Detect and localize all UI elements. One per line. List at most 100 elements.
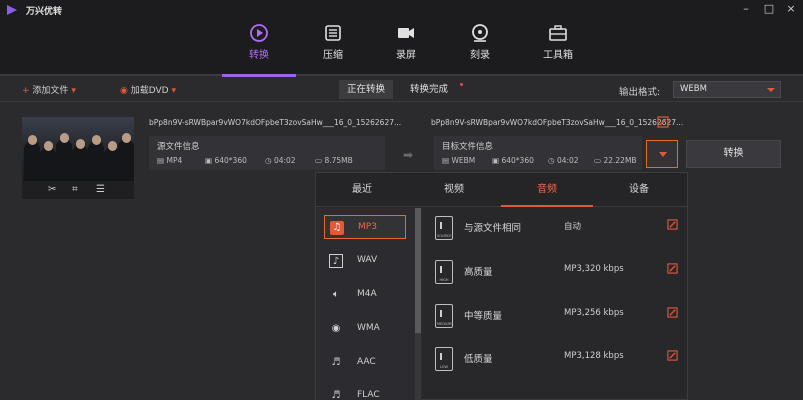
quality-name: 高质量 bbox=[464, 267, 493, 278]
output-format-select[interactable]: WEBM bbox=[673, 81, 781, 98]
target-file-name: bPp8n9V-sRWBpar9vWO7kdOFpbeT3zovSaHw___1… bbox=[431, 118, 684, 127]
chevron-down-icon bbox=[659, 152, 667, 157]
notification-dot bbox=[460, 83, 463, 86]
format-item-mp3[interactable]: ♫ MP3 bbox=[324, 215, 406, 239]
source-info-box: 源文件信息 ▤ MP4 ▣ 640*360 ◷ 04:02 ▭ 8.75MB bbox=[149, 136, 385, 170]
source-info-title: 源文件信息 bbox=[157, 142, 200, 152]
quality-row-source[interactable]: SOURCE 与源文件相同 自动 bbox=[423, 208, 687, 252]
scissors-icon[interactable]: ✂ bbox=[48, 184, 56, 195]
tab-converting[interactable]: 正在转换 bbox=[339, 80, 394, 99]
folder-icon: ▭ bbox=[315, 156, 323, 165]
format-item-label: MP3 bbox=[358, 222, 377, 232]
toolbox-icon bbox=[549, 25, 567, 41]
scrollbar-thumb[interactable] bbox=[415, 208, 421, 333]
source-resolution: ▣ 640*360 bbox=[205, 156, 247, 165]
flac-file-icon: ♬ bbox=[331, 390, 341, 400]
format-item-label: FLAC bbox=[357, 390, 380, 400]
resolution-icon: ▣ bbox=[205, 156, 213, 165]
record-icon bbox=[398, 28, 414, 38]
nav-record[interactable]: 录屏 bbox=[369, 20, 443, 76]
nav-convert-label: 转换 bbox=[249, 50, 269, 61]
nav-record-label: 录屏 bbox=[396, 50, 416, 61]
burn-icon bbox=[472, 24, 488, 42]
add-file-button[interactable]: + 添加文件 ▾ bbox=[22, 83, 76, 96]
quality-row-low[interactable]: LOW 低质量 MP3,128 kbps bbox=[423, 339, 687, 383]
crop-icon[interactable]: ⌗ bbox=[72, 184, 78, 195]
disc-icon: ◉ bbox=[331, 323, 341, 334]
medium-quality-icon: MEDIUM bbox=[435, 304, 453, 328]
edit-icon[interactable] bbox=[657, 116, 669, 128]
format-tabs: 最近 视频 音频 设备 bbox=[316, 173, 687, 207]
target-resolution-value: 640*360 bbox=[501, 156, 534, 165]
source-size: ▭ 8.75MB bbox=[315, 156, 353, 165]
minimize-button[interactable]: – bbox=[739, 2, 753, 15]
output-format-value: WEBM bbox=[680, 84, 707, 94]
tab-recent[interactable]: 最近 bbox=[316, 173, 408, 207]
main-nav: 转换 压缩 录屏 刻录 工具箱 bbox=[0, 20, 803, 77]
target-duration: ◷ 04:02 bbox=[548, 156, 579, 165]
thumbnail-image bbox=[22, 117, 134, 181]
app-title: 万兴优转 bbox=[26, 7, 63, 17]
quality-value: MP3,320 kbps bbox=[564, 264, 624, 274]
format-list: ♫ MP3 ♪ WAV 🔈︎ M4A ◉ WMA ♬ AAC ♬ FLAC bbox=[316, 208, 422, 400]
film-icon: ▤ bbox=[157, 156, 165, 165]
quality-value: MP3,128 kbps bbox=[564, 351, 624, 361]
nav-toolbox[interactable]: 工具箱 bbox=[521, 20, 595, 76]
convert-button[interactable]: 转换 bbox=[686, 140, 781, 168]
maximize-button[interactable]: □ bbox=[762, 2, 776, 15]
tab-device[interactable]: 设备 bbox=[593, 173, 685, 207]
close-button[interactable]: × bbox=[784, 2, 798, 15]
edit-icon[interactable] bbox=[667, 219, 678, 230]
low-quality-icon: LOW bbox=[435, 347, 453, 371]
format-item-aac[interactable]: ♬ AAC bbox=[324, 351, 406, 375]
format-item-flac[interactable]: ♬ FLAC bbox=[324, 384, 406, 400]
nav-burn-label: 刻录 bbox=[470, 50, 490, 61]
quality-row-medium[interactable]: MEDIUM 中等质量 MP3,256 kbps bbox=[423, 296, 687, 340]
source-duration: ◷ 04:02 bbox=[265, 156, 296, 165]
quality-row-high[interactable]: HIGH 高质量 MP3,320 kbps bbox=[423, 252, 687, 296]
quality-name: 与源文件相同 bbox=[464, 223, 522, 234]
format-item-m4a[interactable]: 🔈︎ M4A bbox=[324, 283, 406, 307]
dvd-icon: ◉ bbox=[120, 86, 128, 96]
arrow-right-icon: ➡ bbox=[403, 148, 414, 162]
music-note-icon: ♫ bbox=[330, 221, 344, 235]
nav-compress[interactable]: 压缩 bbox=[296, 20, 370, 76]
quality-name: 中等质量 bbox=[464, 311, 503, 322]
effects-icon[interactable]: ☰ bbox=[96, 184, 105, 195]
chevron-down-icon: ▾ bbox=[71, 86, 76, 96]
source-file-name: bPp8n9V-sRWBpar9vWO7kdOFpbeT3zovSaHw___1… bbox=[149, 118, 402, 127]
film-icon: ▤ bbox=[442, 156, 450, 165]
output-format-label: 输出格式: bbox=[619, 87, 661, 98]
chevron-down-icon bbox=[767, 88, 775, 92]
quality-list: SOURCE 与源文件相同 自动 HIGH 高质量 MP3,320 kbps M… bbox=[423, 208, 687, 400]
quality-name: 低质量 bbox=[464, 354, 493, 365]
music-note-icon: ♪ bbox=[329, 254, 343, 268]
add-file-label: 添加文件 bbox=[32, 86, 69, 96]
compress-icon bbox=[325, 25, 341, 41]
nav-convert[interactable]: 转换 bbox=[222, 20, 296, 76]
format-list-scrollbar[interactable] bbox=[415, 208, 421, 400]
format-item-wma[interactable]: ◉ WMA bbox=[324, 317, 406, 341]
target-format: ▤ WEBM bbox=[442, 156, 475, 165]
video-thumbnail[interactable]: ✂ ⌗ ☰ bbox=[22, 117, 134, 199]
format-item-label: AAC bbox=[357, 357, 376, 367]
edit-icon[interactable] bbox=[667, 350, 678, 361]
resolution-icon: ▣ bbox=[492, 156, 500, 165]
tab-done[interactable]: 转换完成 bbox=[402, 80, 466, 99]
tab-video[interactable]: 视频 bbox=[408, 173, 500, 207]
format-item-wav[interactable]: ♪ WAV bbox=[324, 249, 406, 273]
speaker-icon: 🔈︎ bbox=[333, 289, 339, 300]
load-dvd-button[interactable]: ◉ 加载DVD ▾ bbox=[120, 83, 176, 96]
source-duration-value: 04:02 bbox=[273, 156, 296, 165]
tab-audio[interactable]: 音频 bbox=[501, 173, 593, 207]
target-format-value: WEBM bbox=[451, 156, 476, 165]
format-dropdown-button[interactable] bbox=[646, 140, 678, 168]
target-info-title: 目标文件信息 bbox=[442, 142, 494, 152]
edit-icon[interactable] bbox=[667, 307, 678, 318]
edit-icon[interactable] bbox=[667, 263, 678, 274]
nav-active-indicator bbox=[222, 74, 296, 77]
nav-burn[interactable]: 刻录 bbox=[443, 20, 517, 76]
thumbnail-tools: ✂ ⌗ ☰ bbox=[22, 181, 134, 199]
source-quality-icon: SOURCE bbox=[435, 216, 453, 240]
convert-icon bbox=[250, 24, 268, 42]
